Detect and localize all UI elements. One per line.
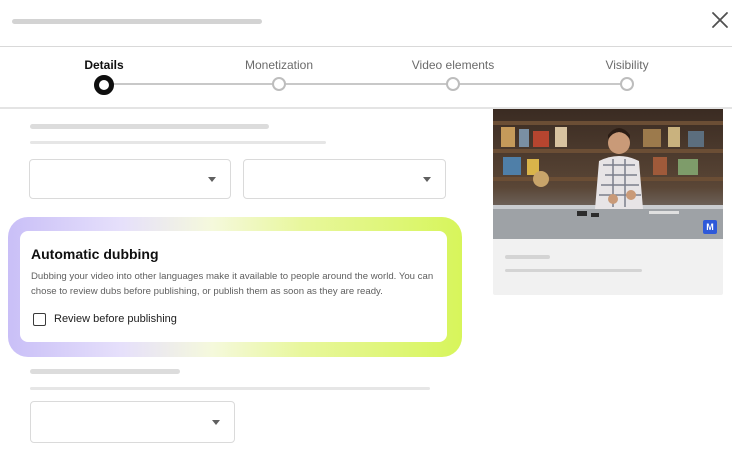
channel-badge: M	[703, 220, 717, 234]
step-video-elements-dot[interactable]	[446, 77, 460, 91]
chevron-down-icon	[423, 177, 431, 182]
step-visibility-label[interactable]: Visibility	[605, 58, 648, 72]
text-placeholder	[30, 387, 430, 390]
step-details-dot[interactable]	[94, 75, 114, 95]
video-thumbnail[interactable]	[493, 109, 723, 239]
review-checkbox-label[interactable]: Review before publishing	[54, 313, 177, 325]
chevron-down-icon	[212, 420, 220, 425]
stepper-track	[104, 83, 628, 85]
text-placeholder	[30, 124, 269, 129]
text-placeholder	[30, 369, 180, 374]
chevron-down-icon	[208, 177, 216, 182]
header-divider	[0, 46, 732, 47]
video-thumbnail-image	[493, 109, 723, 239]
text-placeholder	[505, 255, 550, 259]
step-details-label[interactable]: Details	[84, 58, 123, 72]
step-monetization-label[interactable]: Monetization	[245, 58, 313, 72]
title-placeholder	[12, 19, 262, 24]
dubbing-description: Dubbing your video into other languages …	[31, 271, 434, 297]
close-button[interactable]	[708, 8, 732, 32]
text-placeholder	[505, 269, 642, 272]
close-icon	[712, 12, 728, 28]
dropdown-select[interactable]	[29, 159, 231, 199]
text-placeholder	[30, 141, 326, 144]
review-checkbox[interactable]	[33, 313, 46, 326]
step-monetization-dot[interactable]	[272, 77, 286, 91]
step-video-elements-label[interactable]: Video elements	[412, 58, 495, 72]
dropdown-select[interactable]	[30, 401, 235, 443]
dubbing-title: Automatic dubbing	[31, 246, 159, 262]
dropdown-select[interactable]	[243, 159, 446, 199]
step-visibility-dot[interactable]	[620, 77, 634, 91]
